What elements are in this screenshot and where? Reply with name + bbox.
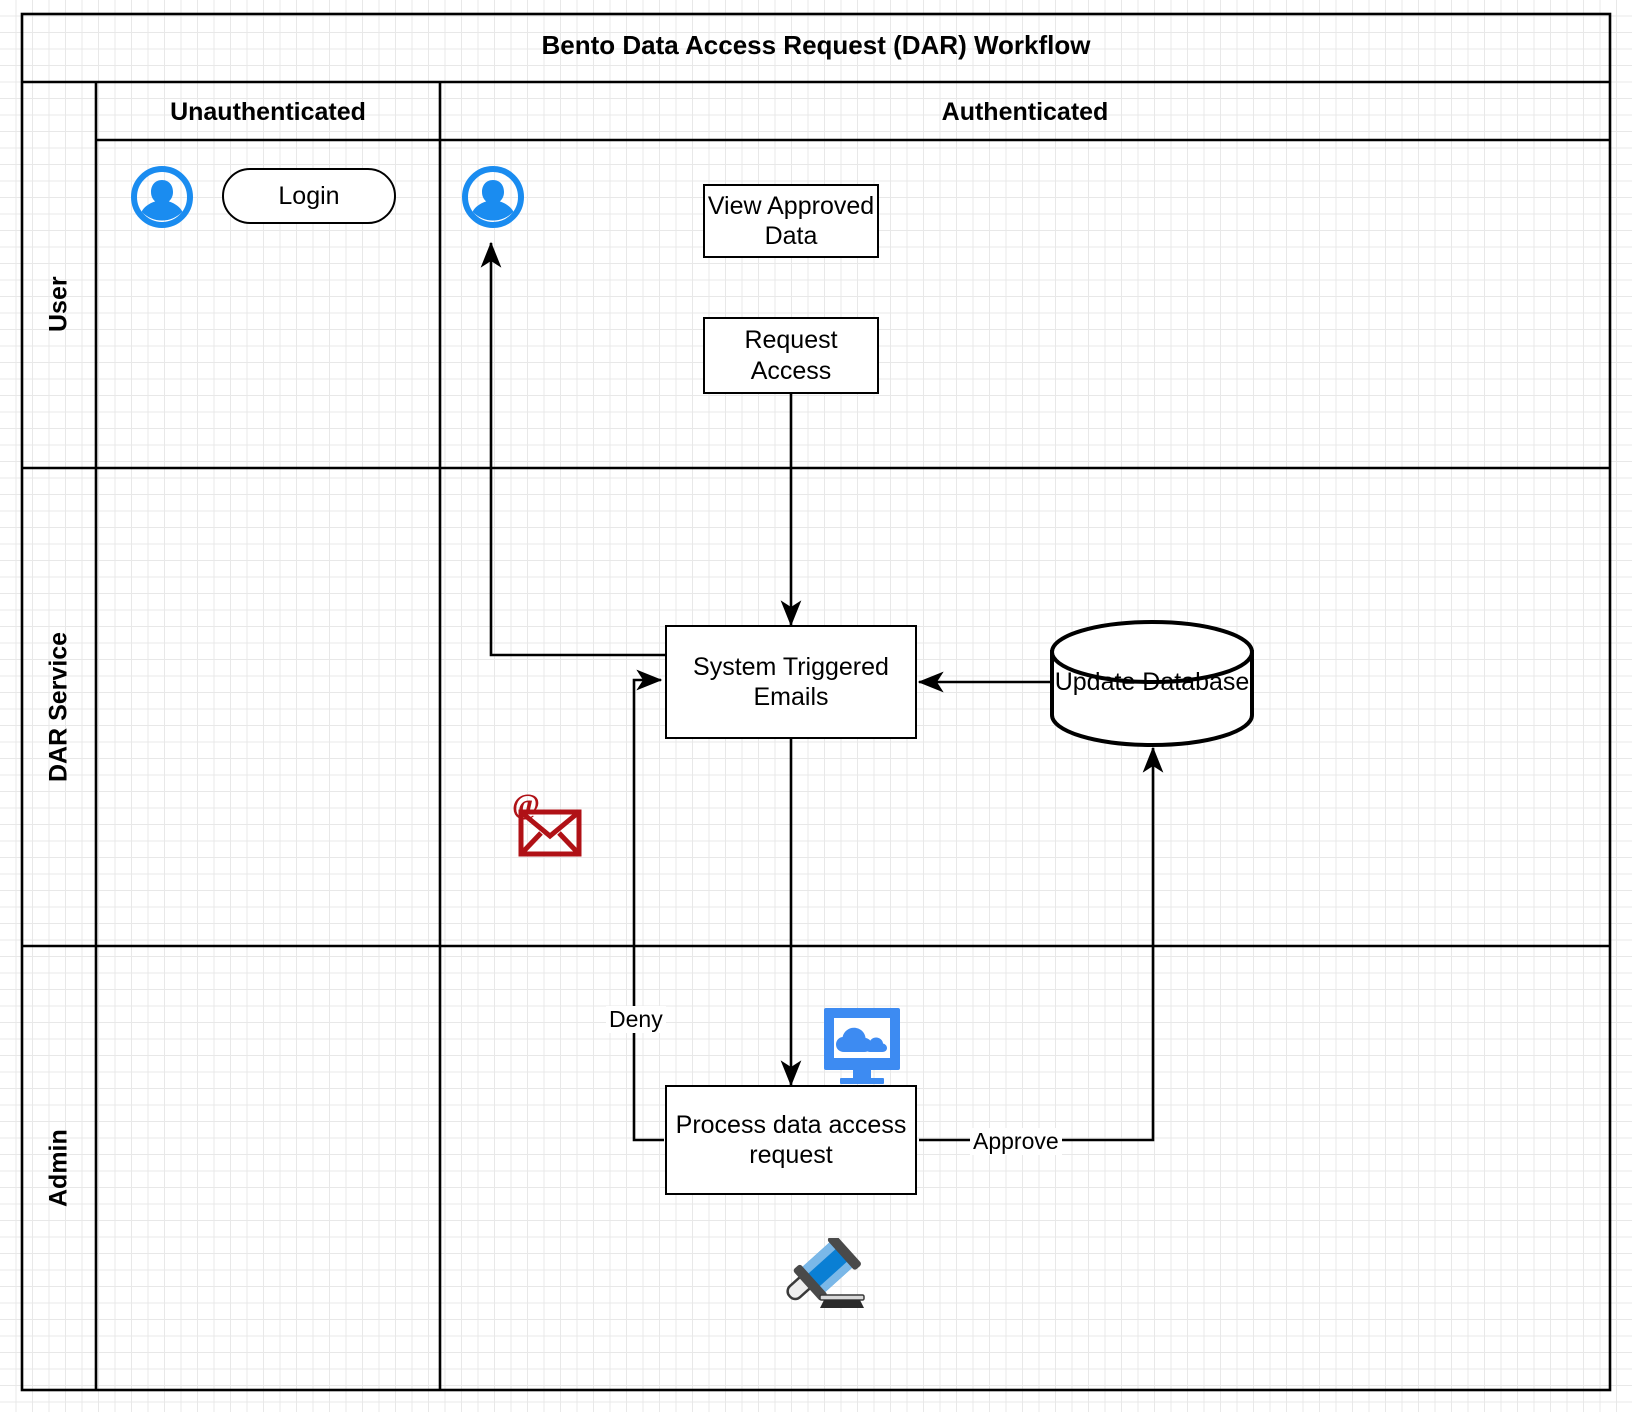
lane-label-admin: Admin [44, 1129, 73, 1207]
view-approved-data-node[interactable]: View Approved Data [703, 184, 879, 258]
edge-label-approve: Approve [970, 1128, 1062, 1155]
system-triggered-emails-node[interactable]: System Triggered Emails [665, 625, 917, 739]
diagram-title: Bento Data Access Request (DAR) Workflow [541, 29, 1091, 60]
process-data-access-request-label: Process data access request [675, 1110, 907, 1170]
request-access-label: Request Access [744, 326, 838, 385]
system-triggered-emails-label: System Triggered Emails [693, 652, 889, 712]
lane-label-user: User [44, 276, 73, 332]
request-access-node[interactable]: Request Access [703, 317, 879, 394]
update-database-label: Update Database [1054, 667, 1250, 696]
login-button[interactable]: Login [222, 168, 396, 224]
process-data-access-request-node[interactable]: Process data access request [665, 1085, 917, 1195]
update-database-node[interactable]: Update Database [1052, 660, 1252, 704]
cloud-monitor-icon [820, 1004, 904, 1084]
svg-text:@: @ [512, 792, 540, 821]
user-avatar-icon [129, 164, 195, 230]
lane-label-dar-service: DAR Service [44, 631, 73, 783]
login-label: Login [278, 181, 340, 210]
edge-label-deny: Deny [606, 1006, 666, 1033]
gavel-icon [762, 1234, 870, 1310]
view-approved-data-label: View Approved Data [707, 191, 875, 251]
column-header-authenticated: Authenticated [941, 97, 1109, 126]
diagram-canvas: Bento Data Access Request (DAR) Workflow [0, 0, 1632, 1412]
column-header-unauthenticated: Unauthenticated [170, 97, 366, 126]
user-avatar-icon [460, 164, 526, 230]
email-at-envelope-icon: @ [508, 788, 588, 860]
